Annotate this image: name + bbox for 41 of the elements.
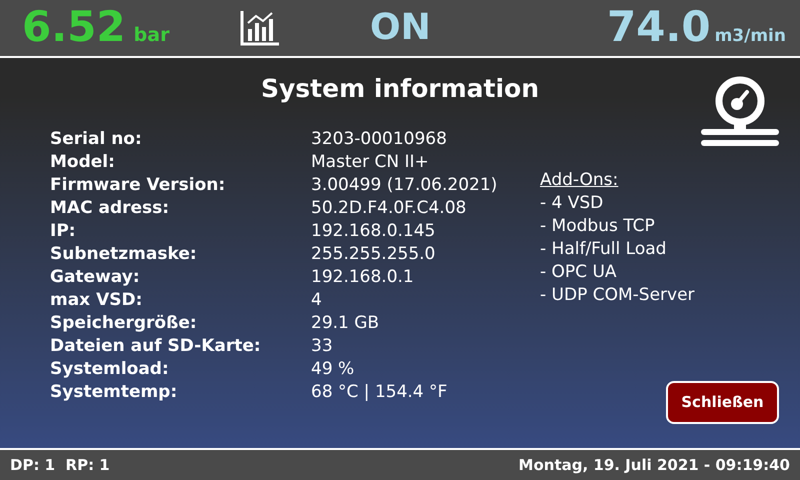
- flow-value: 74.0: [606, 6, 711, 48]
- info-label: Subnetzmaske:: [50, 242, 198, 266]
- addons-heading: Add-Ons:: [540, 168, 620, 192]
- info-value: 3203-00010968: [311, 128, 448, 150]
- position-info: DP: 1 RP: 1: [10, 454, 110, 476]
- info-label: Systemtemp:: [50, 380, 178, 404]
- info-label: MAC adress:: [50, 196, 170, 220]
- addon-item: - UDP COM-Server: [540, 284, 695, 306]
- info-value: 3.00499 (17.06.2021): [311, 174, 498, 196]
- addon-item: - OPC UA: [540, 260, 617, 284]
- info-value: 50.2D.F4.0F.C4.08: [311, 196, 468, 220]
- info-label: Dateien auf SD-Karte:: [50, 334, 262, 358]
- info-value: Master CN II+: [311, 150, 430, 174]
- info-label: Model:: [50, 150, 116, 174]
- pressure-unit: bar: [134, 23, 170, 48]
- info-label: Systemload:: [50, 358, 170, 380]
- info-value: 192.168.0.145: [311, 220, 436, 242]
- info-label: IP:: [50, 220, 77, 242]
- info-value: 255.255.255.0: [311, 242, 436, 266]
- addon-item: - Half/Full Load: [540, 238, 666, 260]
- info-label: Gateway:: [50, 266, 141, 288]
- info-label: Firmware Version:: [50, 174, 226, 196]
- info-value: 192.168.0.1: [311, 266, 415, 288]
- chart-icon[interactable]: [240, 9, 280, 47]
- state-indicator: ON: [370, 6, 431, 50]
- info-value: 33: [311, 334, 334, 358]
- pressure-value: 6.52: [22, 6, 126, 48]
- info-value: 29.1 GB: [311, 312, 380, 334]
- info-label: Speichergröße:: [50, 312, 198, 334]
- info-label: Serial no:: [50, 128, 143, 150]
- page-title: System information: [260, 73, 539, 105]
- info-value: 49 %: [311, 358, 356, 380]
- info-value: 4: [311, 288, 323, 312]
- addon-item: - 4 VSD: [540, 192, 604, 214]
- info-label: max VSD:: [50, 288, 144, 312]
- pressure-gauge-icon: [700, 76, 780, 148]
- info-value: 68 °C | 154.4 °F: [311, 380, 448, 404]
- flow-unit: m3/min: [714, 25, 786, 48]
- addon-item: - Modbus TCP: [540, 214, 655, 238]
- date-time: Montag, 19. Juli 2021 - 09:19:40: [518, 454, 790, 476]
- close-button[interactable]: Schließen: [666, 381, 779, 424]
